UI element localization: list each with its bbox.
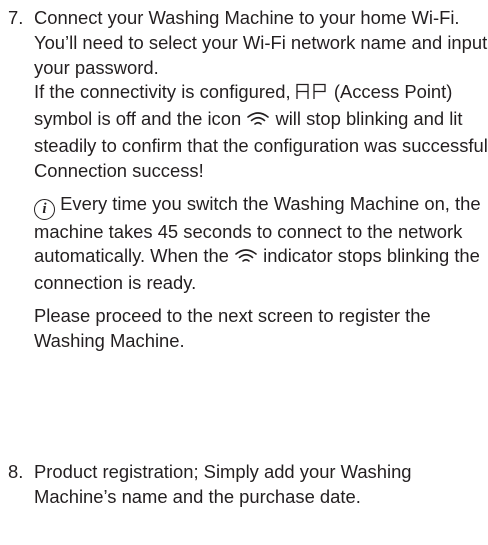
step-7-network-text: You’ll need to select your Wi-Fi network… [34,31,488,78]
step-7-status-text: If the connectivity is configured, (Acce… [34,81,488,156]
step-7-note: i Every time you switch the Washing Mach… [34,192,481,294]
info-icon: i [34,198,55,220]
step-7: 7. Connect your Washing Machine to your … [8,6,488,354]
ap-symbol-icon [296,82,329,107]
step-7-success-text: Connection success! [34,159,204,181]
wifi-icon [246,109,270,134]
step-8-instruction: Product registration; Simply add your Wa… [34,461,412,507]
step-8-body: Product registration; Simply add your Wa… [34,460,488,510]
step-8: 8. Product registration; Simply add your… [8,460,488,510]
step-number: 8. [8,461,24,482]
step-7-instruction: Connect your Washing Machine to your hom… [34,7,460,28]
step-number: 7. [8,7,24,28]
wifi-icon [234,246,258,271]
step-7-body: Connect your Washing Machine to your hom… [34,6,488,354]
step-7-proceed-text: Please proceed to the next screen to reg… [34,304,431,351]
